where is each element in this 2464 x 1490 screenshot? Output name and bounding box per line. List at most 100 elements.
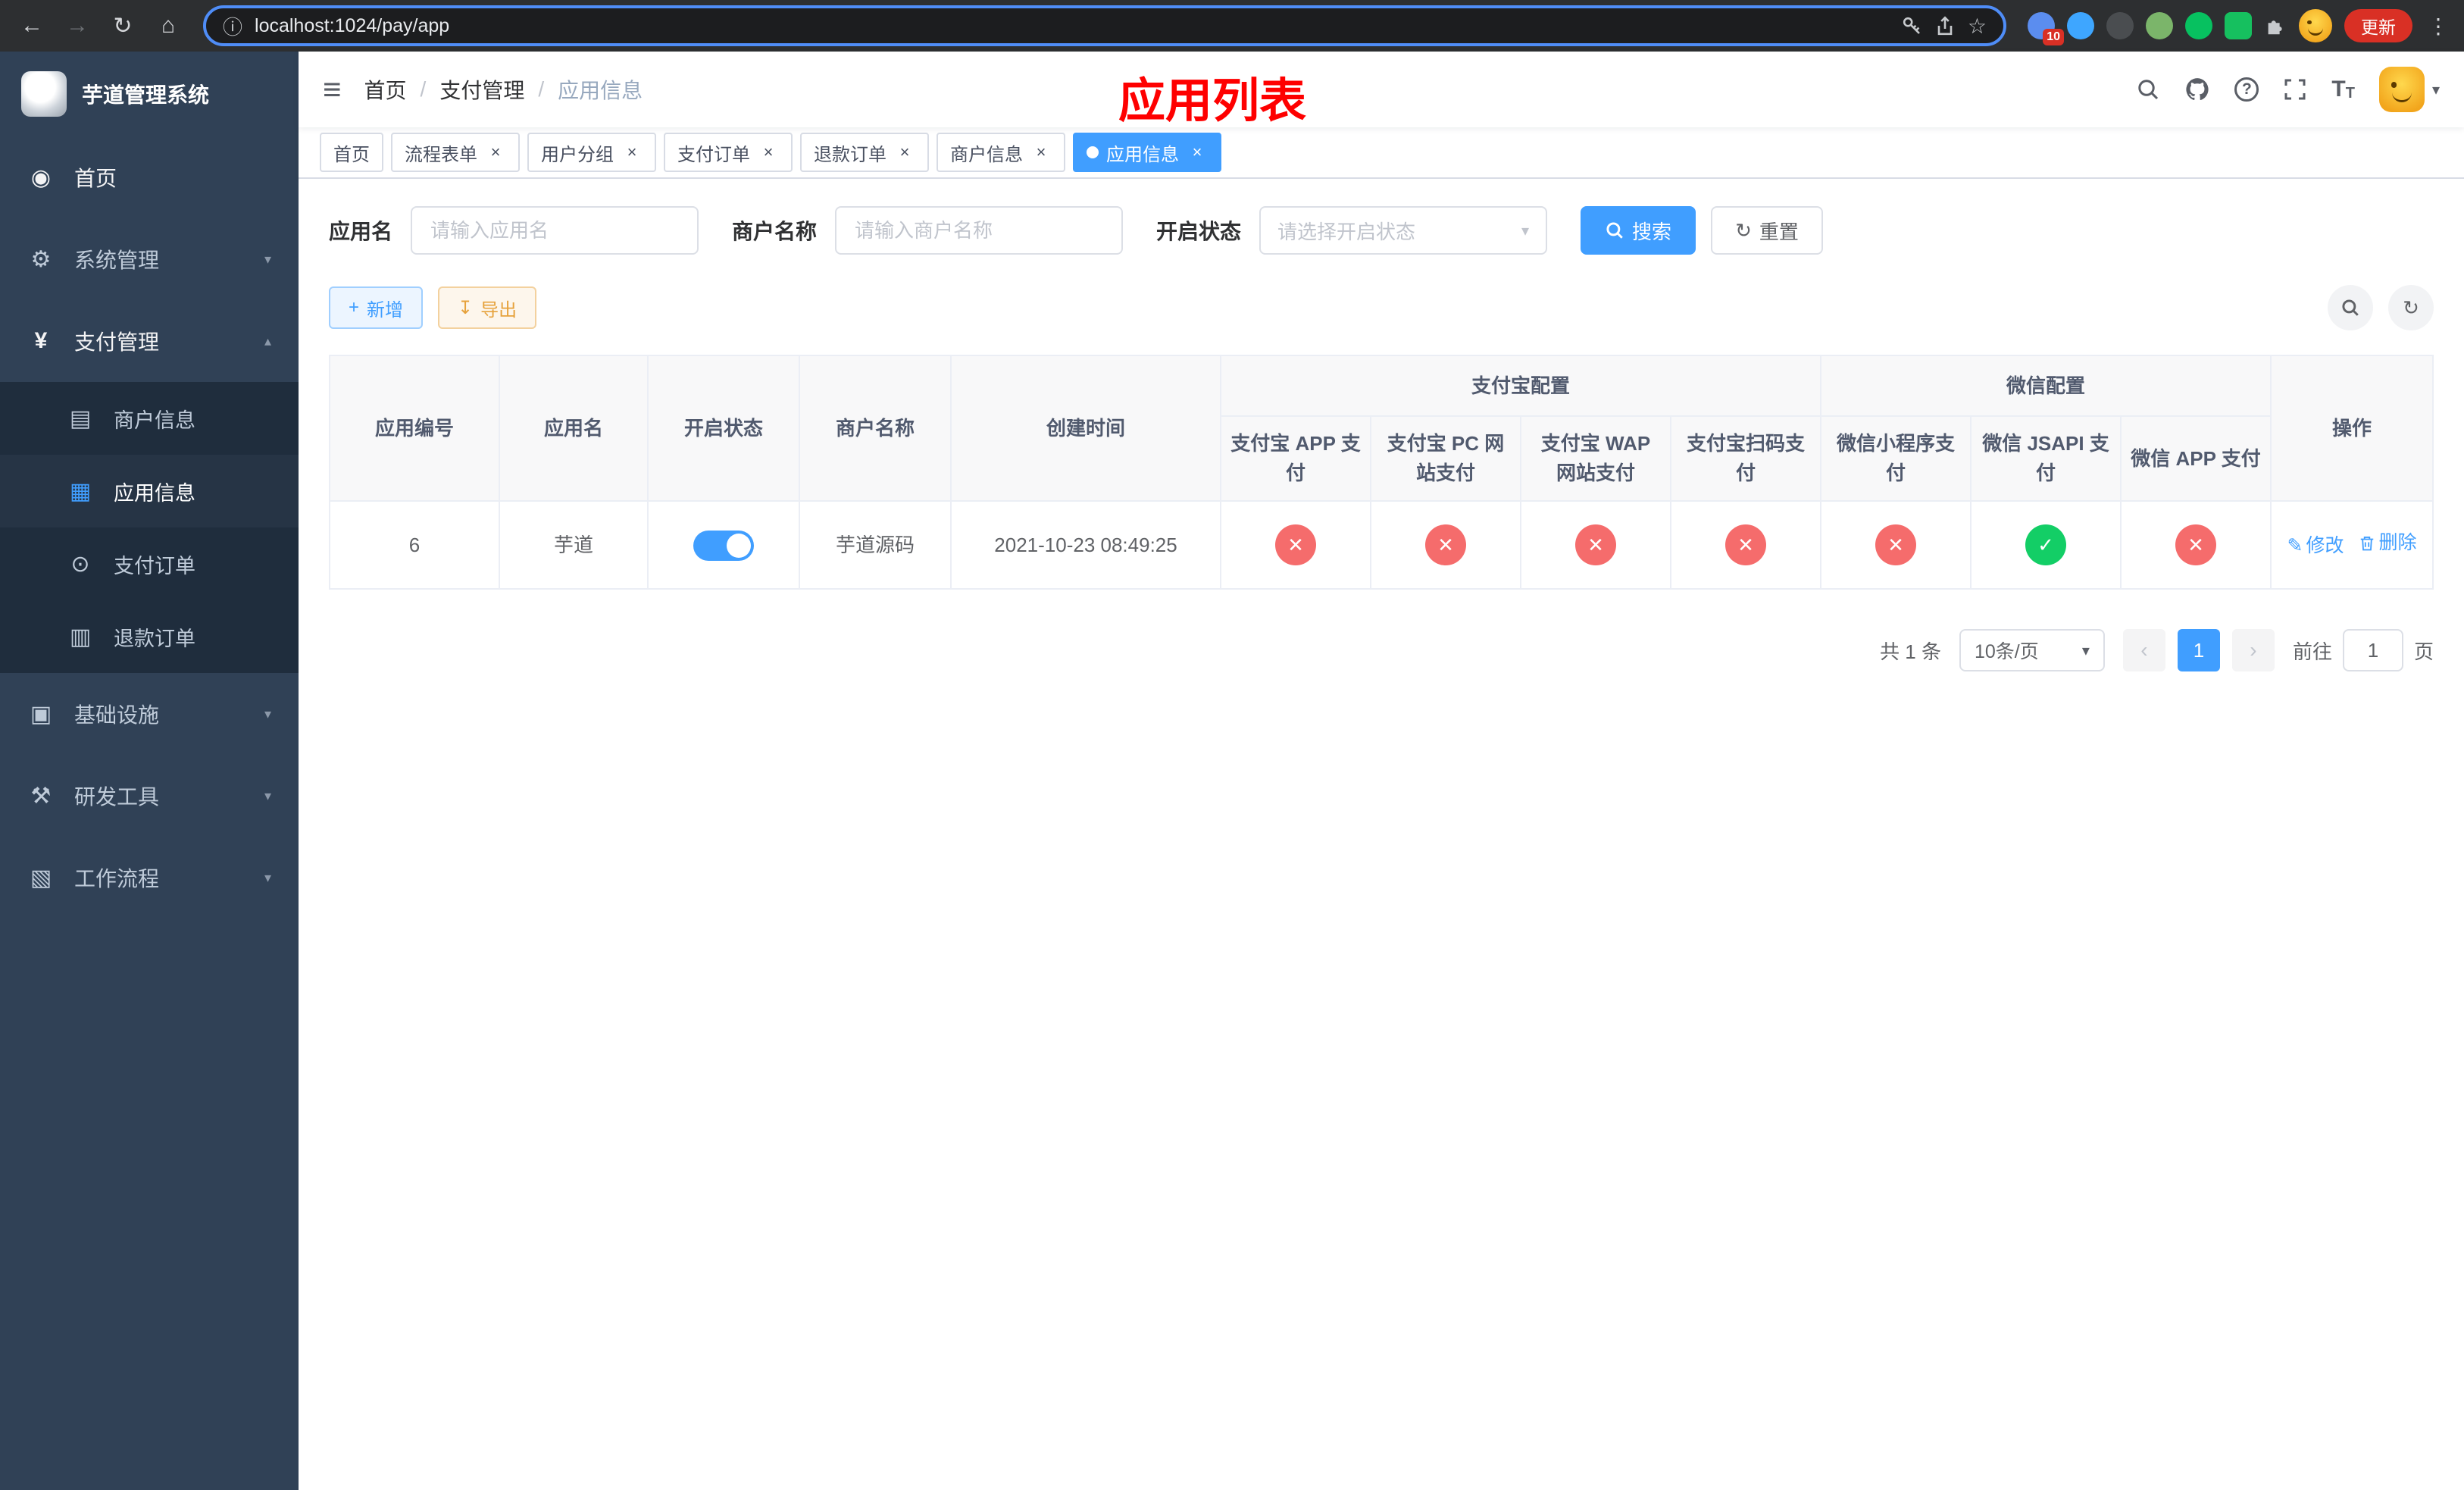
tab-home[interactable]: 首页 [320,133,383,172]
sidebar-item-workflow[interactable]: ▧ 工作流程 ▾ [0,837,299,919]
url-bar[interactable]: ⓘ localhost:1024/pay/app ☆ [203,5,2006,46]
toggle-search-button[interactable] [2328,285,2373,330]
goto-page-input[interactable] [2342,629,2403,671]
close-icon[interactable]: × [1187,142,1208,163]
fullscreen-icon[interactable] [2283,77,2307,102]
col-header-wechat-lite: 微信小程序支付 [1820,415,1972,502]
edit-button[interactable]: ✎ 修改 [2287,532,2344,561]
sidebar-item-pay-order[interactable]: ⊙ 支付订单 [0,527,299,600]
tab-user-group[interactable]: 用户分组 × [527,133,656,172]
search-icon[interactable] [2136,77,2160,102]
app-logo-header[interactable]: 芋道管理系统 [0,52,299,136]
pagination-total: 共 1 条 [1880,640,1941,663]
alipay-wap-status-icon: ✕ [1575,524,1616,565]
credit-card-icon: ▤ [69,405,92,431]
browser-update-button[interactable]: 更新 [2344,9,2412,42]
col-header-status: 开启状态 [647,355,800,502]
extension-icon[interactable] [2106,12,2134,39]
font-size-icon[interactable]: TT [2331,77,2355,102]
col-group-alipay: 支付宝配置 [1219,355,1822,417]
browser-back-button[interactable]: ← [12,6,52,45]
extension-icon[interactable]: 10 [2028,12,2064,45]
sidebar-item-merchant-info[interactable]: ▤ 商户信息 [0,382,299,455]
browser-profile-avatar[interactable] [2299,9,2332,42]
sidebar-toggle-icon[interactable]: ≡ [323,74,342,105]
tab-app-info[interactable]: 应用信息 × [1073,133,1221,172]
sidebar-item-payment[interactable]: ¥ 支付管理 ▴ [0,300,299,382]
filter-form: 应用名 商户名称 开启状态 请选择开启状态 ▾ 搜索 ↻ 重 [329,206,2434,255]
wechat-app-status-icon: ✕ [2175,524,2217,565]
app-name-label: 应用名 [329,220,393,243]
alipay-pc-status-icon: ✕ [1425,524,1466,565]
help-icon[interactable]: ? [2234,77,2259,102]
browser-menu-icon[interactable]: ⋮ [2425,14,2452,39]
tab-pay-order[interactable]: 支付订单 × [664,133,793,172]
extension-icon[interactable] [2067,12,2094,39]
merchant-name-input[interactable] [835,206,1124,255]
top-navbar: ≡ 首页 / 支付管理 / 应用信息 ? T T ▾ [299,52,2464,127]
sidebar-item-refund-order[interactable]: ▥ 退款订单 [0,600,299,673]
share-icon[interactable] [1934,15,1956,36]
close-icon[interactable]: × [621,142,643,163]
edit-icon: ✎ [2287,535,2303,557]
browser-home-button[interactable]: ⌂ [149,6,188,45]
alipay-qr-status-icon: ✕ [1725,524,1766,565]
tab-merchant-info[interactable]: 商户信息 × [937,133,1065,172]
delete-button[interactable]: 删除 [2359,529,2417,558]
workflow-icon: ▧ [30,865,52,891]
close-icon[interactable]: × [758,142,779,163]
extensions-puzzle-icon[interactable] [2264,14,2287,37]
browser-forward-button[interactable]: → [58,6,97,45]
next-page-button[interactable]: › [2231,629,2275,671]
browser-reload-button[interactable]: ↻ [103,6,142,45]
sidebar-item-home[interactable]: ◉ 首页 [0,136,299,218]
status-toggle[interactable] [693,530,754,561]
page-content: 应用名 商户名称 开启状态 请选择开启状态 ▾ 搜索 ↻ 重 [299,179,2464,1490]
user-menu[interactable]: ▾ [2378,67,2440,112]
yen-icon: ¥ [34,328,48,353]
site-info-icon[interactable]: ⓘ [223,12,242,40]
chevron-down-icon: ▾ [264,706,271,722]
table-row: 6 芋道 芋道源码 2021-10-23 08:49:25 ✕ ✕ ✕ ✕ ✕ … [329,500,2434,590]
app-name-input[interactable] [411,206,699,255]
col-header-app-id: 应用编号 [329,355,500,502]
chevron-down-icon: ▾ [2431,81,2440,99]
sidebar-item-infra[interactable]: ▣ 基础设施 ▾ [0,673,299,755]
breadcrumb-current: 应用信息 [558,79,643,102]
prev-page-button[interactable]: ‹ [2122,629,2165,671]
close-icon[interactable]: × [1030,142,1052,163]
main-area: ≡ 首页 / 支付管理 / 应用信息 ? T T ▾ 首页 流程表单 × 用户分… [299,52,2464,1490]
chevron-down-icon: ▾ [2081,642,2090,659]
close-icon[interactable]: × [894,142,915,163]
tab-process-form[interactable]: 流程表单 × [391,133,520,172]
breadcrumb-home[interactable]: 首页 [364,74,407,105]
add-button[interactable]: + 新增 [329,286,424,329]
github-icon[interactable] [2184,77,2210,102]
search-button[interactable]: 搜索 [1581,206,1696,255]
extension-icon[interactable] [2146,12,2173,39]
trash-icon [2361,537,2374,551]
chevron-down-icon: ▾ [264,787,271,803]
breadcrumb-payment[interactable]: 支付管理 [439,74,524,105]
sidebar-item-app-info[interactable]: ▦ 应用信息 [0,455,299,527]
refresh-button[interactable]: ↻ [2388,285,2434,330]
extension-icon[interactable] [2185,12,2212,39]
goto-suffix: 页 [2413,640,2434,663]
sidebar: 芋道管理系统 ◉ 首页 ⚙ 系统管理 ▾ ¥ 支付管理 ▴ ▤ 商户信息 ▦ 应… [0,52,299,1490]
sidebar-item-system[interactable]: ⚙ 系统管理 ▾ [0,218,299,300]
export-button[interactable]: ↧ 导出 [438,286,537,329]
extension-icon[interactable] [2225,12,2252,39]
tab-refund-order[interactable]: 退款订单 × [800,133,929,172]
password-key-icon[interactable] [1901,15,1922,36]
status-select[interactable]: 请选择开启状态 ▾ [1259,206,1548,255]
url-text: localhost:1024/pay/app [255,14,450,36]
page-size-select[interactable]: 10条/页 ▾ [1959,629,2105,671]
close-icon[interactable]: × [485,142,506,163]
reset-button[interactable]: ↻ 重置 [1711,206,1823,255]
bookmark-star-icon[interactable]: ☆ [1968,14,1987,39]
col-header-wechat-app: 微信 APP 支付 [2120,415,2272,502]
sidebar-item-dev-tools[interactable]: ⚒ 研发工具 ▾ [0,755,299,837]
col-header-app-name: 应用名 [499,355,649,502]
page-1-button[interactable]: 1 [2177,629,2220,671]
col-header-wechat-jsapi: 微信 JSAPI 支付 [1970,415,2122,502]
